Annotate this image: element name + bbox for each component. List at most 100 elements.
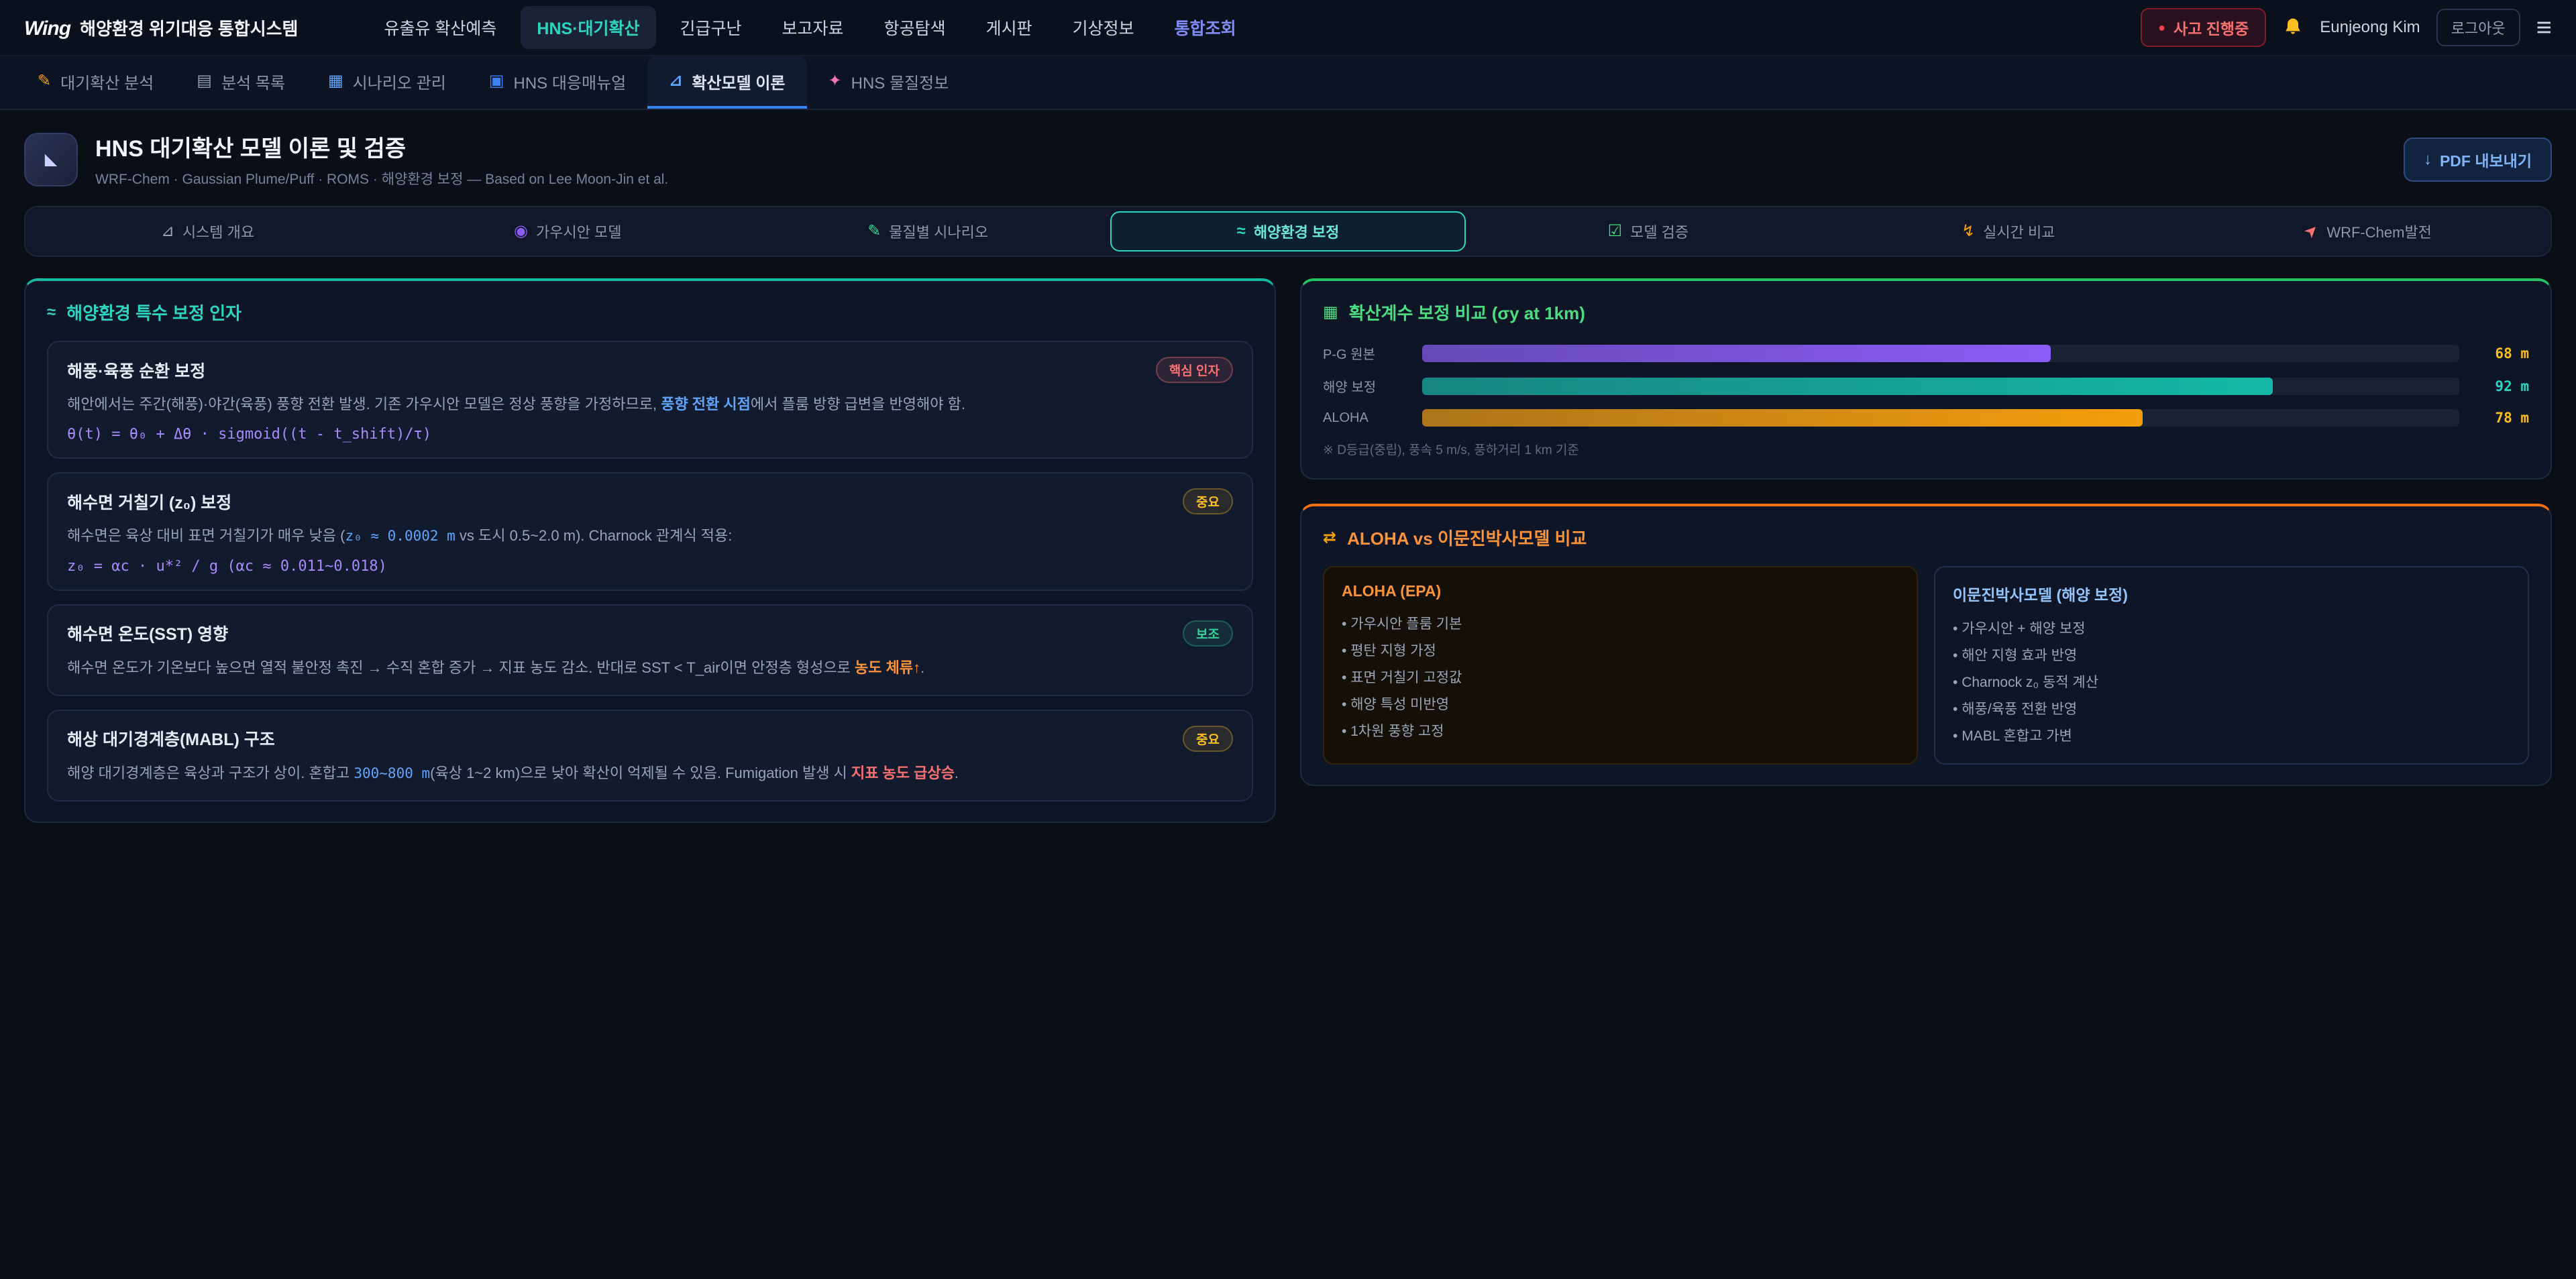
lee-model-feature-list: 가우시안 + 해양 보정 해안 지형 효과 반영 Charnock z₀ 동적 … <box>1953 614 2510 748</box>
tab-scenario-management[interactable]: ▦ 시나리오 관리 <box>307 56 468 109</box>
factor-badge: 중요 <box>1183 488 1233 514</box>
wave-icon: ≈ <box>47 304 56 321</box>
factor-title: 해상 대기경계층(MABL) 구조 <box>67 726 275 750</box>
bar-fill <box>1422 378 2273 395</box>
section-tab-gaussian-model[interactable]: ◉ 가우시안 모델 <box>390 211 746 252</box>
top-navigation: Wing 해양환경 위기대응 통합시스템 유출유 확산예측 HNS·대기확산 긴… <box>0 0 2576 56</box>
bolt-icon: ↯ <box>1962 223 1975 239</box>
bar-value: 78 m <box>2473 410 2529 426</box>
flask-icon: ✦ <box>828 73 842 89</box>
nav-item-oil-spill[interactable]: 유출유 확산예측 <box>368 6 513 49</box>
section-tab-label: 해양환경 보정 <box>1254 221 1340 242</box>
tab-analysis-list[interactable]: ▤ 분석 목록 <box>175 56 307 109</box>
bar-label: ALOHA <box>1323 410 1409 426</box>
nav-item-aerial-search[interactable]: 항공탐색 <box>868 6 962 49</box>
pencil-icon: ✎ <box>867 223 881 239</box>
aloha-box-title: ALOHA (EPA) <box>1342 582 1899 600</box>
pencil-icon: ✎ <box>38 73 51 89</box>
nav-item-integrated-search[interactable]: 통합조회 <box>1159 6 1252 49</box>
bar-value: 68 m <box>2473 345 2529 362</box>
factor-title: 해수면 거칠기 (z₀) 보정 <box>67 490 231 514</box>
page-subtitle: WRF-Chem · Gaussian Plume/Puff · ROMS · … <box>95 168 668 188</box>
nav-item-hns-diffusion[interactable]: HNS·대기확산 <box>521 6 655 49</box>
compare-arrows-icon: ⇄ <box>1323 530 1336 546</box>
pdf-export-button[interactable]: ↓ PDF 내보내기 <box>2404 137 2552 182</box>
section-tab-wrf-chem[interactable]: ➤ WRF-Chem발전 <box>2190 211 2546 252</box>
list-item: 해안 지형 효과 반영 <box>1953 641 2510 668</box>
section-tab-substance-scenarios[interactable]: ✎ 물질별 시나리오 <box>750 211 1106 252</box>
section-tab-label: 실시간 비교 <box>1983 221 2055 242</box>
brand-mark: Wing <box>24 17 70 40</box>
factor-mabl-structure: 해상 대기경계층(MABL) 구조 중요 해양 대기경계층은 육상과 구조가 상… <box>47 710 1253 801</box>
factor-description: 해안에서는 주간(해풍)·야간(육풍) 풍향 전환 발생. 기존 가우시안 모델… <box>67 392 1233 416</box>
pdf-export-label: PDF 내보내기 <box>2440 148 2532 171</box>
nav-item-board[interactable]: 게시판 <box>970 6 1049 49</box>
page-title: HNS 대기확산 모델 이론 및 검증 <box>95 130 668 163</box>
brand-logo[interactable]: Wing 해양환경 위기대응 통합시스템 <box>24 15 298 40</box>
factor-description: 해수면은 육상 대비 표면 거칠기가 매우 낮음 (z₀ ≈ 0.0002 m … <box>67 524 1233 548</box>
marine-correction-card: ≈ 해양환경 특수 보정 인자 해풍·육풍 순환 보정 핵심 인자 해안에서는 … <box>24 278 1276 823</box>
main-nav: 유출유 확산예측 HNS·대기확산 긴급구난 보고자료 항공탐색 게시판 기상정… <box>368 6 1252 49</box>
comparison-grid: ALOHA (EPA) 가우시안 플룸 기본 평탄 지형 가정 표면 거칠기 고… <box>1323 566 2529 765</box>
list-item: Charnock z₀ 동적 계산 <box>1953 668 2510 695</box>
bar-row-pg: P-G 원본 68 m <box>1323 343 2529 363</box>
section-tab-model-validation[interactable]: ☑ 모델 검증 <box>1470 211 1826 252</box>
section-tab-label: WRF-Chem발전 <box>2326 221 2432 242</box>
tab-label: 확산모델 이론 <box>692 70 785 93</box>
card-title-label: 해양환경 특수 보정 인자 <box>66 300 241 325</box>
list-item: 해풍/육풍 전환 반영 <box>1953 695 2510 722</box>
bar-chart-icon: ▦ <box>1323 304 1338 321</box>
tab-label: 대기확산 분석 <box>60 70 154 93</box>
tab-label: 시나리오 관리 <box>353 70 446 93</box>
header-iconbox: ◣ <box>24 133 78 186</box>
bell-icon <box>2282 17 2304 38</box>
lee-model-box-title: 이문진박사모델 (해양 보정) <box>1953 582 2510 605</box>
factor-badge: 중요 <box>1183 726 1233 752</box>
section-tab-system-overview[interactable]: ⊿ 시스템 개요 <box>30 211 386 252</box>
alert-dot-icon: ● <box>2158 21 2165 35</box>
tab-diffusion-model-theory[interactable]: ⊿ 확산모델 이론 <box>647 56 806 109</box>
nav-item-weather[interactable]: 기상정보 <box>1057 6 1150 49</box>
incident-status-badge[interactable]: ● 사고 진행중 <box>2141 8 2266 47</box>
section-tab-realtime-comparison[interactable]: ↯ 실시간 비교 <box>1830 211 2186 252</box>
tab-label: 분석 목록 <box>221 70 285 93</box>
wave-icon: ≈ <box>1237 223 1246 239</box>
menu-icon: ≡ <box>2536 13 2552 42</box>
tab-hns-manual[interactable]: ▣ HNS 대응매뉴얼 <box>468 56 647 109</box>
user-name: Eunjeong Kim <box>2320 18 2420 37</box>
chart-footnote: ※ D등급(중립), 풍속 5 m/s, 풍하거리 1 km 기준 <box>1323 440 2529 458</box>
list-item: 가우시안 플룸 기본 <box>1342 610 1899 636</box>
bar-track <box>1422 345 2459 362</box>
card-title-label: ALOHA vs 이문진박사모델 비교 <box>1347 525 1587 550</box>
app-title: 해양환경 위기대응 통합시스템 <box>80 15 298 40</box>
tab-atmos-analysis[interactable]: ✎ 대기확산 분석 <box>16 56 175 109</box>
section-tab-marine-correction[interactable]: ≈ 해양환경 보정 <box>1110 211 1466 252</box>
list-item: 가우시안 + 해양 보정 <box>1953 614 2510 641</box>
right-column: ▦ 확산계수 보정 비교 (σy at 1km) P-G 원본 68 m 해양 … <box>1300 278 2552 786</box>
tab-label: HNS 물질정보 <box>851 70 949 93</box>
notification-bell-button[interactable] <box>2282 17 2304 38</box>
bar-label: 해양 보정 <box>1323 376 1409 396</box>
hamburger-menu-button[interactable]: ≡ <box>2536 14 2552 41</box>
bar-row-marine: 해양 보정 92 m <box>1323 376 2529 396</box>
card-title-label: 확산계수 보정 비교 (σy at 1km) <box>1349 300 1585 325</box>
header-text: HNS 대기확산 모델 이론 및 검증 WRF-Chem · Gaussian … <box>95 130 668 188</box>
nav-item-rescue[interactable]: 긴급구난 <box>664 6 758 49</box>
tab-hns-substance-info[interactable]: ✦ HNS 물질정보 <box>807 56 971 109</box>
logout-button[interactable]: 로그아웃 <box>2436 9 2520 46</box>
aloha-box: ALOHA (EPA) 가우시안 플룸 기본 평탄 지형 가정 표면 거칠기 고… <box>1323 566 1918 765</box>
topnav-right: ● 사고 진행중 Eunjeong Kim 로그아웃 ≡ <box>2141 8 2552 47</box>
factor-sea-surface-roughness: 해수면 거칠기 (z₀) 보정 중요 해수면은 육상 대비 표면 거칠기가 매우… <box>47 472 1253 590</box>
list-item: 평탄 지형 가정 <box>1342 636 1899 663</box>
card-title: ⇄ ALOHA vs 이문진박사모델 비교 <box>1323 525 2529 550</box>
bar-row-aloha: ALOHA 78 m <box>1323 409 2529 427</box>
factor-formula: θ(t) = θ₀ + Δθ · sigmoid((t - t_shift)/τ… <box>67 426 1233 443</box>
list-item: 1차원 풍향 고정 <box>1342 717 1899 744</box>
factor-list: 해풍·육풍 순환 보정 핵심 인자 해안에서는 주간(해풍)·야간(육풍) 풍향… <box>47 341 1253 801</box>
factor-description: 해양 대기경계층은 육상과 구조가 상이. 혼합고 300~800 m(육상 1… <box>67 761 1233 785</box>
list-item: MABL 혼합고 가변 <box>1953 722 2510 748</box>
factor-sea-land-breeze: 해풍·육풍 순환 보정 핵심 인자 해안에서는 주간(해풍)·야간(육풍) 풍향… <box>47 341 1253 459</box>
ruler-icon: ◣ <box>45 152 57 168</box>
nav-item-reports[interactable]: 보고자료 <box>766 6 860 49</box>
page-header: ◣ HNS 대기확산 모델 이론 및 검증 WRF-Chem · Gaussia… <box>0 110 2576 206</box>
